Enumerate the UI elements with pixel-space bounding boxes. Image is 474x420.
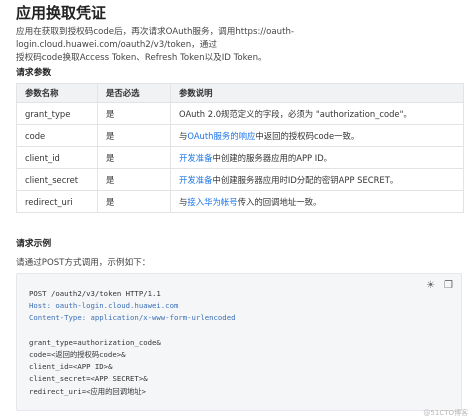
intro-line-2: 授权码code换取Access Token、Refresh Token以及ID …	[16, 53, 267, 63]
table-row: client_secret 是 开发准备中创建服务器应用时ID分配的密钥APP …	[16, 168, 464, 191]
code-block: ☀ ❐ POST /oauth2/v3/token HTTP/1.1 Host:…	[16, 273, 462, 411]
oauth-response-link[interactable]: OAuth服务的响应	[187, 131, 255, 141]
dev-prep-link[interactable]: 开发准备	[179, 153, 213, 163]
desc-text: 中创建服务器应用时ID分配的密钥APP SECRET。	[212, 174, 399, 185]
param-name: client_id	[16, 146, 98, 169]
param-desc: 与接入华为帐号传入的回调地址一致。	[170, 190, 464, 213]
intro-paragraph: 应用在获取到授权码code后，再次请求OAuth服务，调用https://oau…	[16, 26, 466, 65]
param-name: grant_type	[16, 102, 98, 125]
code-line: Host: oauth-login.cloud.huawei.com	[29, 301, 179, 311]
params-table: 参数名称 是否必选 参数说明 grant_type 是 OAuth 2.0规范定…	[16, 83, 464, 213]
table-row: redirect_uri 是 与接入华为帐号传入的回调地址一致。	[16, 190, 464, 213]
theme-toggle-icon[interactable]: ☀	[426, 280, 435, 291]
call-instruction: 请通过POST方式调用，示例如下：	[16, 258, 151, 268]
table-row: grant_type 是 OAuth 2.0规范定义的字段，必须为 "autho…	[16, 102, 464, 125]
copy-icon[interactable]: ❐	[444, 280, 453, 291]
example-heading: 请求示例	[16, 239, 52, 249]
intro-line-1: 应用在获取到授权码code后，再次请求OAuth服务，调用https://oau…	[16, 27, 295, 50]
code-line: POST /oauth2/v3/token HTTP/1.1	[29, 289, 161, 298]
code-line: client_secret=<APP SECRET>&	[29, 374, 148, 384]
dev-prep-link[interactable]: 开发准备	[179, 175, 213, 185]
code-line: client_id=<APP ID>&	[29, 362, 113, 372]
code-toolbar: ☀ ❐	[426, 280, 453, 291]
watermark: @51CTO博客	[423, 409, 468, 417]
param-required: 是	[97, 124, 171, 147]
code-line: Content-Type: application/x-www-form-url…	[29, 313, 236, 323]
param-name: redirect_uri	[16, 190, 98, 213]
param-desc: 开发准备中创建的服务器应用的APP ID。	[170, 146, 464, 169]
params-heading: 请求参数	[16, 68, 52, 78]
desc-text: 传入的回调地址一致。	[237, 196, 322, 207]
param-name: code	[16, 124, 98, 147]
param-desc: OAuth 2.0规范定义的字段，必须为 "authorization_code…	[170, 102, 464, 125]
code-line: redirect_uri=<应用的回调地址>	[29, 386, 146, 396]
param-required: 是	[97, 102, 171, 125]
param-name: client_secret	[16, 168, 98, 191]
desc-text: 中创建的服务器应用的APP ID。	[212, 152, 333, 163]
code-content: POST /oauth2/v3/token HTTP/1.1 Host: oau…	[29, 288, 235, 398]
param-desc: 开发准备中创建服务器应用时ID分配的密钥APP SECRET。	[170, 168, 464, 191]
col-header-name: 参数名称	[16, 83, 98, 103]
param-required: 是	[97, 146, 171, 169]
col-header-desc: 参数说明	[170, 83, 464, 103]
table-row: client_id 是 开发准备中创建的服务器应用的APP ID。	[16, 146, 464, 169]
huawei-id-link[interactable]: 接入华为帐号	[187, 197, 237, 207]
desc-text: OAuth 2.0规范定义的字段，必须为 "authorization_code…	[179, 108, 412, 119]
table-header-row: 参数名称 是否必选 参数说明	[16, 83, 464, 103]
col-header-required: 是否必选	[97, 83, 171, 103]
page-title: 应用换取凭证	[16, 4, 107, 22]
desc-text: 中返回的授权码code一致。	[255, 130, 360, 141]
param-desc: 与OAuth服务的响应中返回的授权码code一致。	[170, 124, 464, 147]
code-line: code=<返回的授权码code>&	[29, 350, 126, 360]
code-line: grant_type=authorization_code&	[29, 337, 161, 347]
table-row: code 是 与OAuth服务的响应中返回的授权码code一致。	[16, 124, 464, 147]
param-required: 是	[97, 168, 171, 191]
param-required: 是	[97, 190, 171, 213]
